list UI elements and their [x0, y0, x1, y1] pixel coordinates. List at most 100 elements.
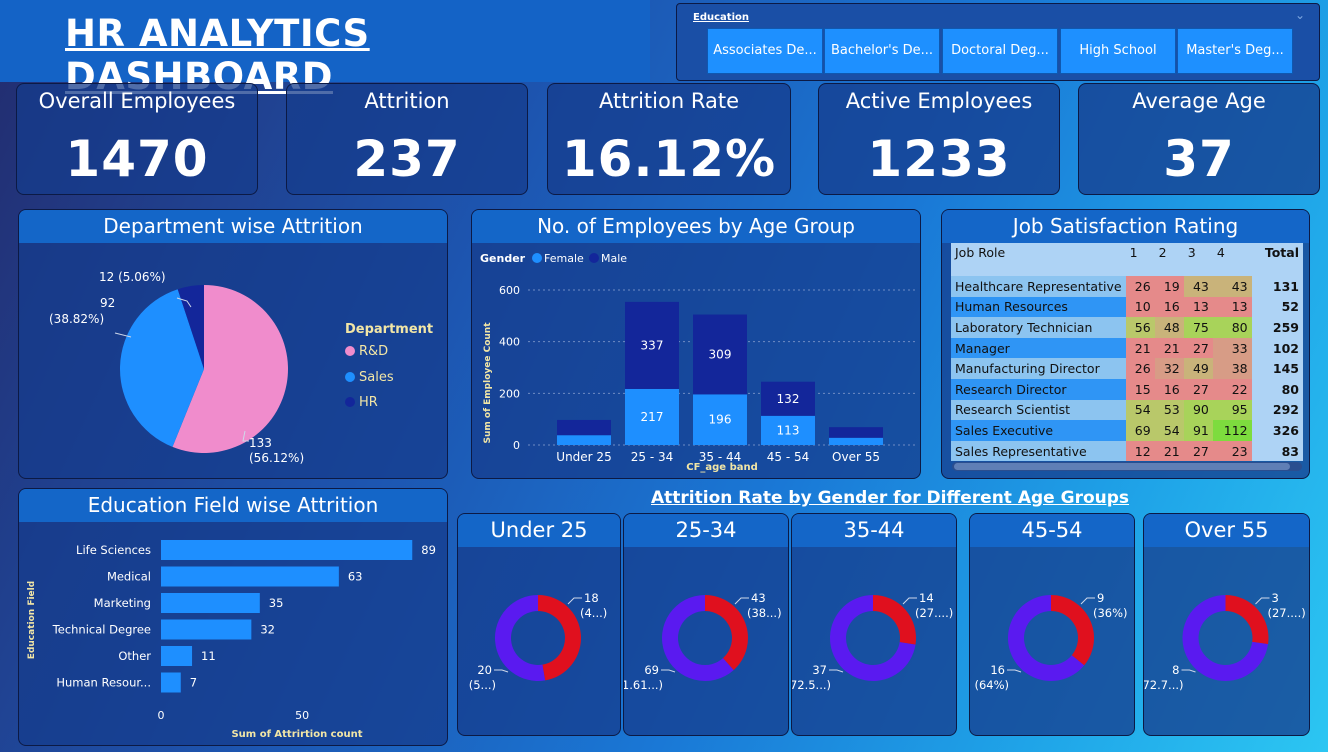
rating-cell: 43: [1183, 276, 1213, 297]
bar[interactable]: [161, 619, 252, 640]
legend-label-male: Male: [601, 252, 627, 265]
matrix-column-header[interactable]: 1: [1125, 243, 1155, 276]
donut-segment-red[interactable]: [1225, 595, 1269, 645]
rating-cell: 43: [1212, 276, 1252, 297]
slicer-option-bachelors[interactable]: Bachelor's De...: [824, 28, 940, 74]
legend-swatch-hr: [345, 397, 355, 407]
donut-blue-pct: (72.5...): [792, 678, 831, 692]
slice-label-sales-pct: (38.82%): [49, 312, 104, 326]
bar-value-label: 35: [269, 596, 284, 610]
donut-segment-red[interactable]: [705, 595, 748, 671]
legend-swatch-rd: [345, 346, 355, 356]
legend-swatch-sales: [345, 372, 355, 382]
slicer-option-associates[interactable]: Associates De...: [707, 28, 823, 74]
rating-cell: 22: [1212, 378, 1252, 400]
matrix-column-header[interactable]: Job Role: [951, 243, 1126, 276]
matrix-row: Research Scientist 54 53 90 95 292: [951, 399, 1303, 421]
leader-line: [1255, 597, 1270, 605]
bar-value-label: 309: [709, 347, 732, 361]
job-role-cell: Sales Representative: [951, 440, 1126, 462]
bar[interactable]: [161, 646, 193, 666]
donut-chart: 18(4...) 20(5...): [469, 591, 608, 692]
job-role-cell: Healthcare Representative: [951, 276, 1126, 297]
edu-field-bar-chart: 0 50 Life Sciences 89 Medical 63 Marketing 35 Te…: [27, 540, 436, 740]
bar[interactable]: [161, 672, 181, 693]
bar[interactable]: [161, 593, 260, 613]
leader-line: [1080, 597, 1095, 605]
legend-label-rd: R&D: [359, 344, 388, 359]
x-axis-label: Sum of Attrirtion count: [231, 729, 362, 740]
y-tick-label: Human Resour...: [56, 676, 151, 690]
donut-chart: 3(27....) 8(72.7...): [1144, 591, 1306, 692]
kpi-value: 1233: [867, 130, 1011, 188]
donut-title: 25-34: [624, 514, 788, 547]
rating-cell: 112: [1212, 420, 1252, 441]
bar[interactable]: [161, 540, 413, 560]
chevron-down-icon[interactable]: ⌄: [1295, 8, 1305, 22]
kpi-label: Average Age: [1132, 89, 1266, 113]
donut-segment-red[interactable]: [1051, 595, 1094, 666]
rating-cell: 23: [1212, 440, 1252, 462]
total-cell: 292: [1251, 399, 1303, 421]
scrollbar-thumb[interactable]: [954, 463, 1290, 470]
matrix-header-row: Job Role 1 2 3 4 Total: [951, 243, 1303, 276]
donut-panel-over-55: Over 55 3(27....) 8(72.7...): [1143, 513, 1310, 736]
kpi-value: 37: [1163, 130, 1235, 188]
donut-segment-red[interactable]: [538, 595, 581, 681]
y-tick-label: 600: [499, 284, 520, 297]
bar-value-label: 196: [709, 413, 732, 427]
bar-female[interactable]: [557, 435, 611, 445]
legend-swatch-female: [532, 253, 542, 263]
rating-cell: 27: [1183, 337, 1213, 359]
rating-cell: 12: [1125, 440, 1155, 462]
rating-cell: 10: [1125, 296, 1155, 318]
leader-line: [1007, 669, 1022, 673]
leader-line: [661, 669, 676, 673]
job-satisfaction-panel: Job Satisfaction Rating Job Role 1 2 3 4 Tota…: [941, 209, 1310, 479]
matrix-column-header[interactable]: 2: [1154, 243, 1184, 276]
leader-line: [902, 597, 917, 605]
bar-female[interactable]: [829, 437, 883, 445]
donut-blue-value: 16: [990, 663, 1005, 677]
x-tick-label: Over 55: [832, 450, 880, 464]
job-satisfaction-matrix: Job Role 1 2 3 4 Total Healthcare Representat…: [951, 243, 1303, 462]
total-cell: 80: [1251, 378, 1303, 400]
bar[interactable]: [161, 566, 339, 587]
donut-title: Over 55: [1144, 514, 1309, 547]
total-cell: 326: [1251, 420, 1303, 441]
slice-label-rd-pct: (56.12%): [249, 451, 304, 465]
bar-value-label: 63: [348, 570, 363, 584]
donut-segment-red[interactable]: [873, 595, 916, 645]
matrix-row: Sales Representative 12 21 27 23 83: [951, 440, 1303, 462]
panel-title: Education Field wise Attrition: [19, 489, 447, 522]
rating-cell: 54: [1125, 399, 1155, 421]
horizontal-scrollbar[interactable]: [952, 462, 1302, 471]
donut-segment-blue[interactable]: [494, 595, 546, 681]
x-tick-label: 50: [295, 709, 309, 722]
x-tick-label: 25 - 34: [631, 450, 674, 464]
rating-cell: 91: [1183, 420, 1213, 441]
y-tick-label: Technical Degree: [52, 623, 151, 637]
bar-male[interactable]: [557, 419, 611, 436]
bar-value-label: 7: [190, 676, 197, 690]
donut-blue-value: 20: [477, 663, 492, 677]
leader-line: [494, 669, 509, 673]
kpi-label: Overall Employees: [38, 89, 236, 113]
matrix-column-header[interactable]: Total: [1251, 243, 1303, 276]
donut-title: 35-44: [792, 514, 956, 547]
y-axis-label: Education Field: [27, 581, 37, 659]
matrix-row: Manager 21 21 27 33 102: [951, 337, 1303, 359]
donut-title: 45-54: [970, 514, 1134, 547]
rating-cell: 27: [1183, 378, 1213, 400]
rating-cell: 26: [1125, 276, 1155, 297]
slicer-option-masters[interactable]: Master's Deg...: [1177, 28, 1293, 74]
bar-male[interactable]: [829, 427, 883, 438]
donut-chart: 9(36%) 16(64%): [974, 591, 1127, 692]
matrix-column-header[interactable]: 3: [1183, 243, 1213, 276]
donut-blue-value: 69: [644, 663, 659, 677]
slicer-option-doctoral[interactable]: Doctoral Deg...: [942, 28, 1058, 74]
slicer-option-high-school[interactable]: High School: [1060, 28, 1176, 74]
slice-label-rd-value: 133: [249, 436, 272, 450]
matrix-column-header[interactable]: 4: [1212, 243, 1252, 276]
kpi-card-attrition-rate: Attrition Rate 16.12%: [547, 83, 791, 195]
